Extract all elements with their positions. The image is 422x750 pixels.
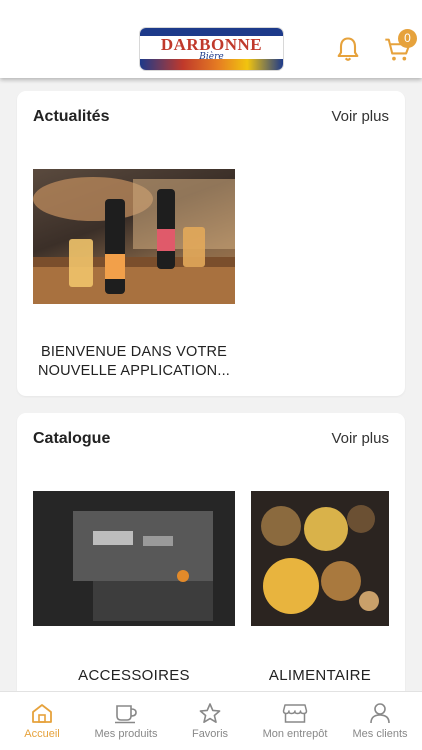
snacks-photo: [251, 491, 389, 626]
beer-photo: [33, 177, 235, 304]
star-icon: [199, 703, 221, 723]
nav-item-favorites[interactable]: Favoris: [168, 692, 252, 750]
catalogue-section: Catalogue Voir plus ACCESSOIRES ALIMENTA…: [17, 413, 405, 713]
logo-bottom-band: [140, 59, 283, 70]
nav-label-home: Accueil: [24, 728, 60, 740]
news-item-image[interactable]: [33, 169, 235, 304]
news-title: Actualités: [33, 108, 110, 125]
nav-item-clients[interactable]: Mes clients: [338, 692, 422, 750]
catalogue-see-more-link[interactable]: Voir plus: [331, 430, 389, 447]
store-icon: [282, 704, 308, 723]
catalogue-item-caption-food[interactable]: ALIMENTAIRE: [251, 667, 389, 684]
nav-label-favorites: Favoris: [191, 728, 229, 740]
home-icon: [32, 704, 52, 723]
nav-item-products[interactable]: Mes produits: [84, 692, 168, 750]
nav-label-products: Mes produits: [94, 728, 158, 740]
nav-label-warehouse: Mon entrepôt: [262, 728, 328, 740]
catalogue-title: Catalogue: [33, 430, 111, 447]
catalogue-item-caption-accessories[interactable]: ACCESSOIRES: [33, 667, 235, 684]
bottom-navigation: Accueil Mes produits Favoris Mon entrepô…: [0, 691, 422, 750]
user-icon: [370, 703, 390, 724]
app-header: DARBONNE Bière 0: [0, 0, 422, 78]
nav-label-clients: Mes clients: [352, 728, 408, 740]
cup-icon: [115, 705, 137, 724]
news-see-more-link[interactable]: Voir plus: [331, 108, 389, 125]
nav-item-home[interactable]: Accueil: [0, 692, 84, 750]
news-item-caption[interactable]: BIENVENUE DANS VOTRE NOUVELLE APPLICATIO…: [33, 343, 235, 381]
nav-item-warehouse[interactable]: Mon entrepôt: [252, 692, 338, 750]
bell-icon[interactable]: [334, 35, 362, 63]
cart-count-badge: 0: [398, 29, 417, 48]
catalogue-item-image-accessories[interactable]: [33, 491, 235, 626]
espresso-machine-photo: [33, 491, 235, 626]
brand-logo[interactable]: DARBONNE Bière: [139, 27, 284, 71]
catalogue-item-image-food[interactable]: [251, 491, 389, 626]
news-section: Actualités Voir plus BIENVENUE DANS VOTR…: [17, 91, 405, 396]
